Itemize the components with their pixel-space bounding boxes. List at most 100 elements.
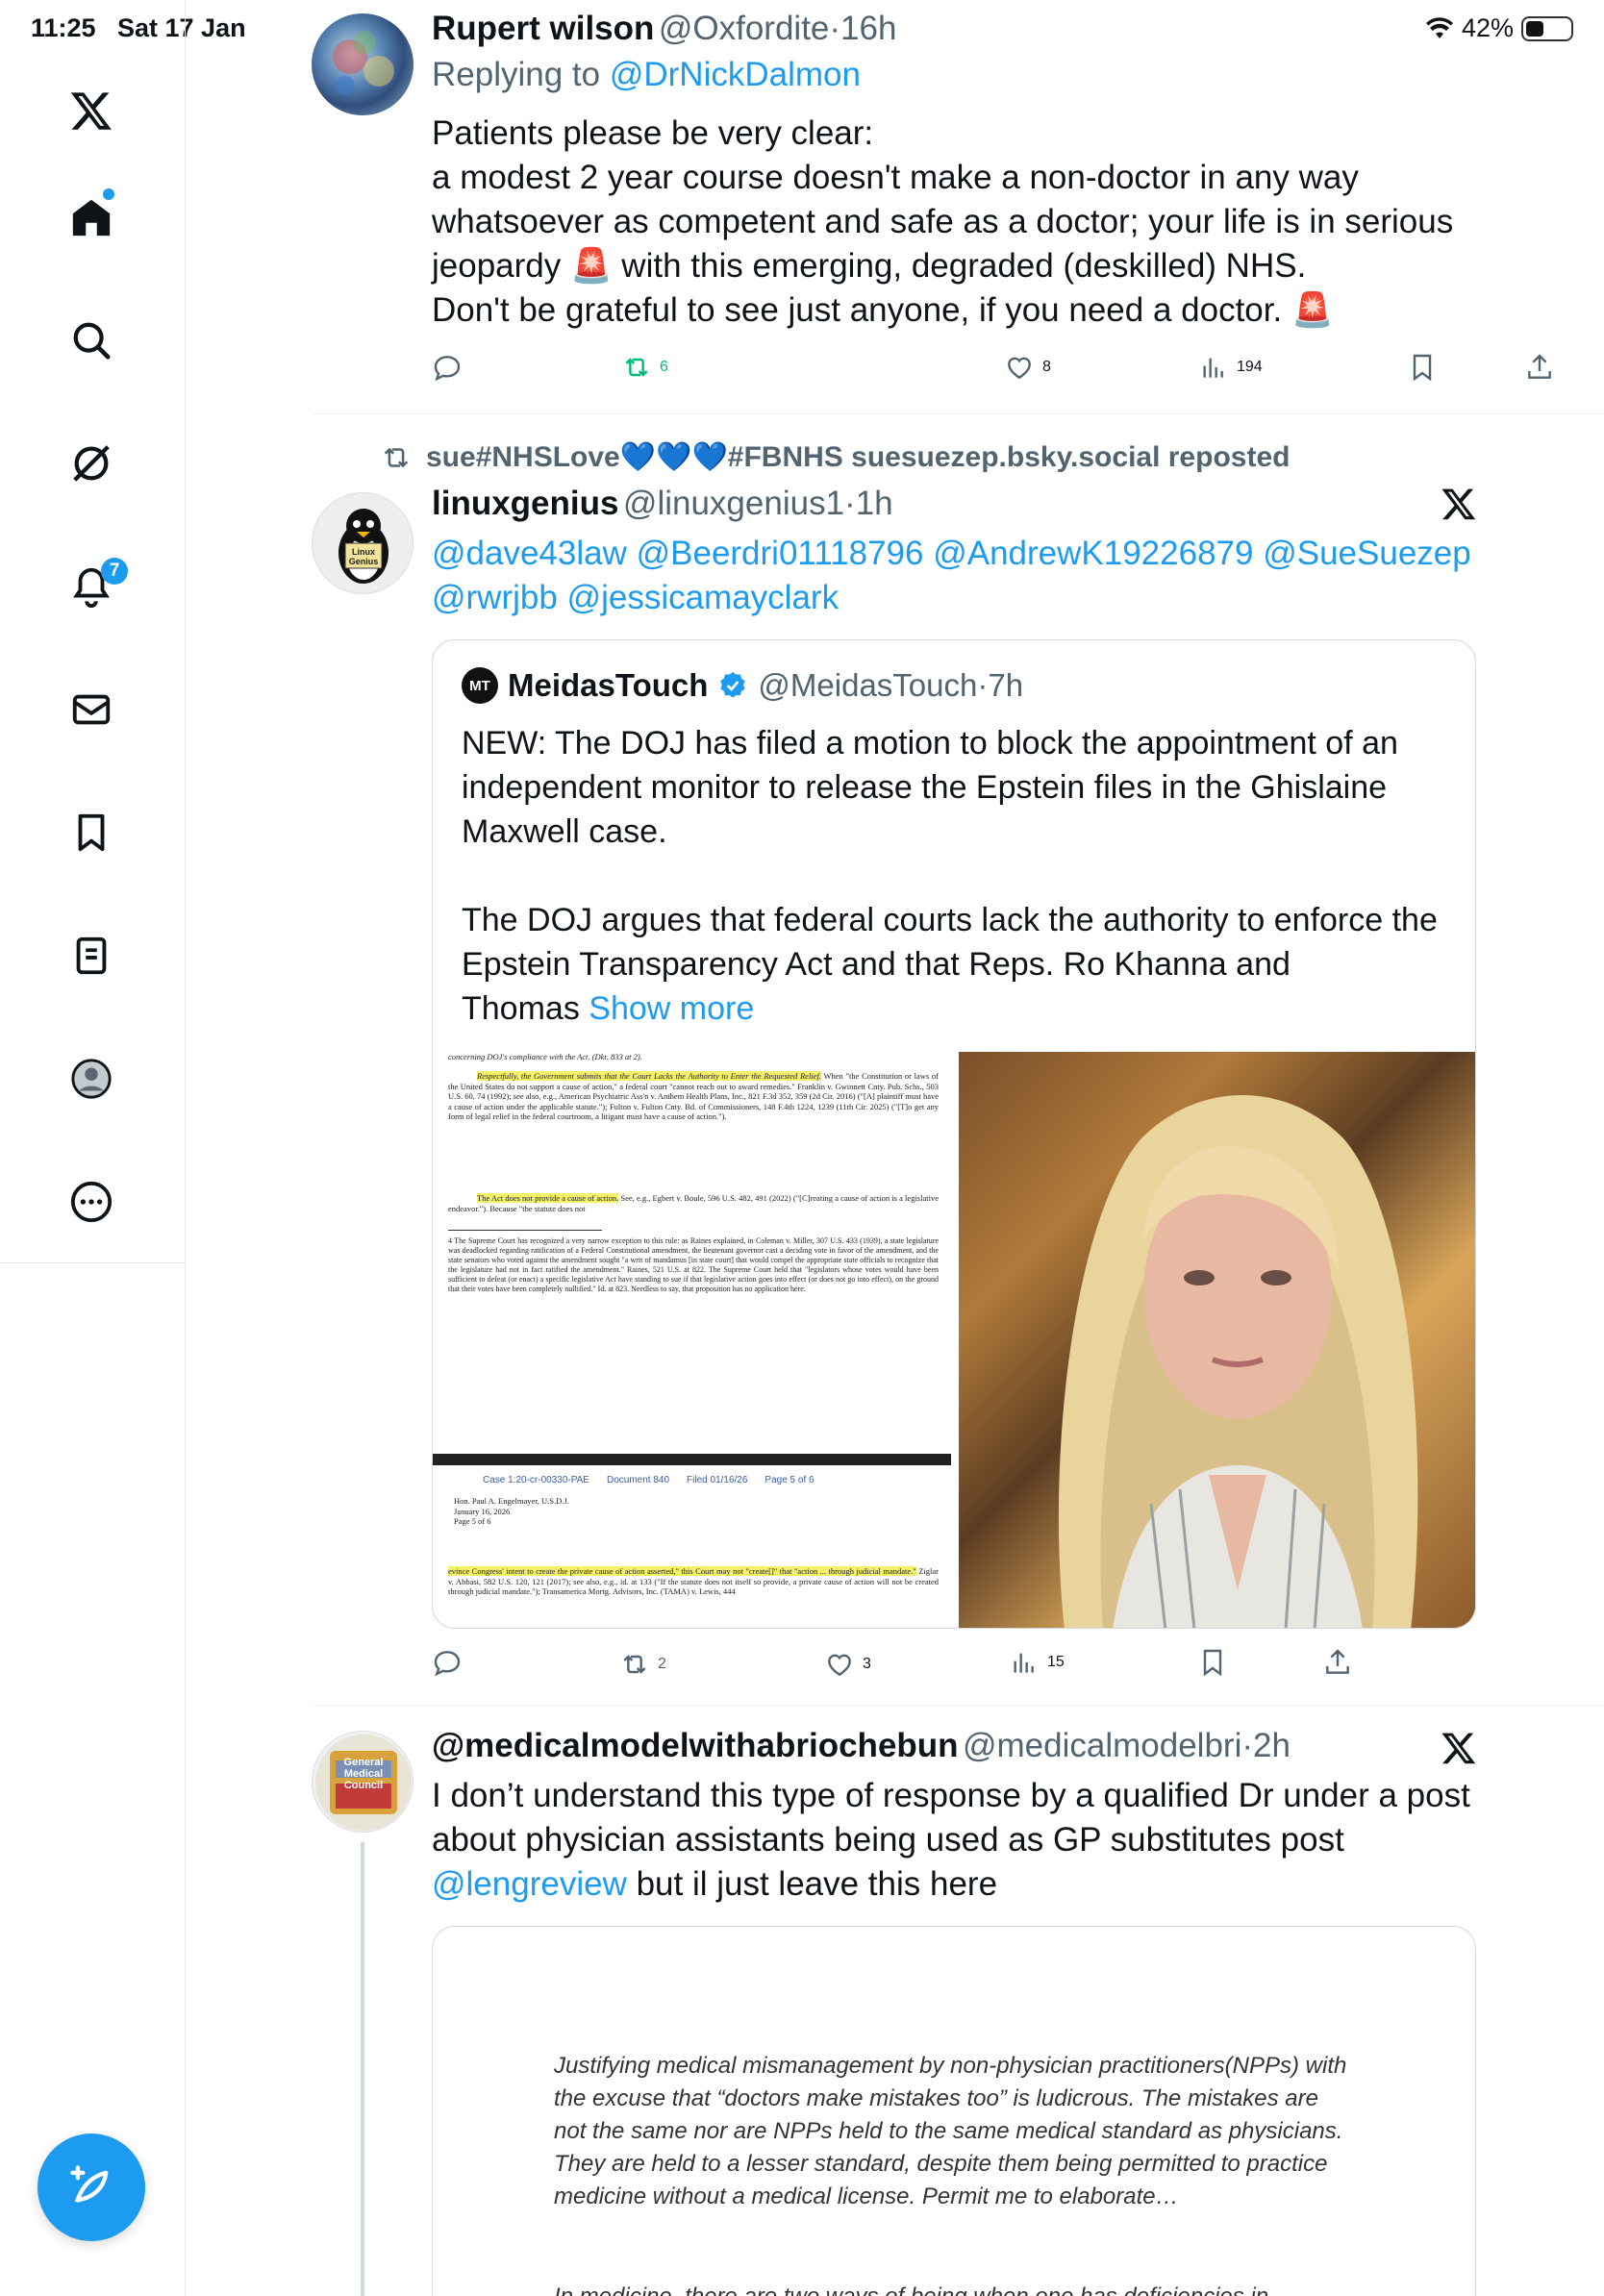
views-count: 15 xyxy=(1047,1654,1065,1670)
bookmark-icon xyxy=(1203,1649,1222,1677)
views-icon xyxy=(1014,1653,1034,1673)
replying-to-link[interactable]: @DrNickDalmon xyxy=(610,56,861,93)
quote-timestamp[interactable]: 7h xyxy=(988,667,1023,703)
replying-to: Replying to @DrNickDalmon xyxy=(432,56,861,94)
bookmark-button[interactable] xyxy=(1407,352,1438,383)
tweet-divider xyxy=(312,413,1604,414)
avatar-label: Linux Genius xyxy=(348,547,379,566)
x-source-icon[interactable] xyxy=(1441,1730,1477,1771)
avatar[interactable]: General Medical Council xyxy=(312,1731,414,1833)
like-button[interactable]: 8 xyxy=(1004,352,1051,383)
repost-icon xyxy=(625,358,648,377)
reply-icon xyxy=(434,356,461,382)
author-name[interactable]: @medicalmodelwithabriochebun xyxy=(432,1727,959,1764)
avatar[interactable] xyxy=(312,13,414,115)
quote-tweet-card[interactable]: MT MeidasTouch @MeidasTouch·7h NEW: The … xyxy=(432,639,1476,1629)
quote-header: MT MeidasTouch @MeidasTouch·7h xyxy=(462,667,1023,704)
tweet-line: a modest 2 year course doesn't make a no… xyxy=(432,159,1359,196)
more-icon[interactable] xyxy=(56,1166,127,1237)
verified-badge-icon xyxy=(720,672,746,698)
x-logo-icon[interactable] xyxy=(56,75,127,146)
views-icon xyxy=(1203,358,1223,378)
doc-address-line: Hon. Paul A. Engelmayer, U.S.D.J. xyxy=(454,1496,569,1506)
author-handle[interactable]: @Oxfordite xyxy=(659,10,830,47)
heart-icon xyxy=(1008,357,1031,380)
court-document-image[interactable]: concerning DOJ's compliance with the Act… xyxy=(433,1052,951,1628)
mentions[interactable]: @dave43law @Beerdri01118796 @AndrewK1922… xyxy=(432,532,1586,620)
envelope-icon[interactable] xyxy=(56,674,127,745)
portrait-photo[interactable] xyxy=(959,1052,1475,1628)
tweet-line: about physician assistants being used as… xyxy=(432,1821,1344,1859)
x-source-icon[interactable] xyxy=(1441,486,1477,527)
bookmark-icon[interactable] xyxy=(56,797,127,868)
share-button[interactable] xyxy=(1524,352,1555,383)
home-notification-dot xyxy=(103,188,114,200)
doc-address: Hon. Paul A. Engelmayer, U.S.D.J. Januar… xyxy=(454,1496,742,1527)
like-button[interactable]: 3 xyxy=(824,1649,871,1680)
doc-address-line: Page 5 of 6 xyxy=(454,1516,491,1526)
repost-icon xyxy=(384,447,409,467)
doc-page-header: Case 1:20-cr-00330-PAE Document 840 File… xyxy=(483,1475,815,1486)
views-button[interactable]: 194 xyxy=(1198,352,1263,383)
views-button[interactable]: 15 xyxy=(1009,1647,1065,1678)
timestamp[interactable]: 2h xyxy=(1253,1727,1291,1764)
tweet-line: Patients please be very clear: xyxy=(432,114,874,152)
quote-author-name[interactable]: MeidasTouch xyxy=(508,667,708,704)
author-handle[interactable]: @linuxgenius1 xyxy=(623,485,844,522)
repost-label: sue#NHSLove💙💙💙#FBNHS suesuezep.bsky.soci… xyxy=(426,441,1291,473)
grok-icon[interactable] xyxy=(56,428,127,499)
bookmark-button[interactable] xyxy=(1197,1647,1228,1678)
repost-count: 2 xyxy=(658,1656,666,1672)
doc-paragraph: The Act does not provide a cause of acti… xyxy=(448,1193,939,1213)
share-icon xyxy=(1326,1649,1349,1674)
avatar-label: General Medical Council xyxy=(343,1757,384,1791)
doc-footnote: 4 The Supreme Court has recognized a ver… xyxy=(448,1236,939,1293)
reply-button[interactable] xyxy=(432,1647,463,1678)
tweet-header: @medicalmodelwithabriochebun @medicalmod… xyxy=(432,1727,1291,1765)
views-count: 194 xyxy=(1237,359,1263,375)
search-icon[interactable] xyxy=(56,305,127,376)
tweet-line: jeopardy 🚨 with this emerging, degraded … xyxy=(432,244,1566,288)
mention-link[interactable]: @lengreview xyxy=(432,1865,627,1903)
avatar[interactable]: Linux Genius xyxy=(312,492,414,594)
profile-icon[interactable] xyxy=(56,1043,127,1114)
show-more-link[interactable]: Show more xyxy=(589,990,754,1027)
tweet-text-segment: with this emerging, degraded (deskilled)… xyxy=(612,247,1307,285)
author-handle[interactable]: @medicalmodelbri xyxy=(963,1727,1241,1764)
author-name[interactable]: linuxgenius xyxy=(432,485,618,522)
author-name[interactable]: Rupert wilson xyxy=(432,10,654,47)
compose-icon xyxy=(70,2165,109,2203)
tweet-text: Patients please be very clear: a modest … xyxy=(432,112,1566,333)
tweet-text-segment: Don't be grateful to see just anyone, if… xyxy=(432,291,1291,329)
repost-button[interactable]: 6 xyxy=(621,352,668,383)
reply-button[interactable] xyxy=(432,352,463,383)
siren-emoji: 🚨 xyxy=(1291,291,1334,329)
image-card[interactable]: Justifying medical mismanagement by non-… xyxy=(432,1926,1476,2296)
sidebar-divider xyxy=(0,1262,186,1263)
compose-button[interactable] xyxy=(38,2134,145,2241)
doc-address-line: January 16, 2026 xyxy=(454,1506,511,1516)
share-icon xyxy=(1528,354,1551,379)
repost-button[interactable]: 2 xyxy=(619,1649,666,1680)
quote-avatar[interactable]: MT xyxy=(462,667,498,704)
timestamp[interactable]: 1h xyxy=(856,485,893,522)
sidebar: 7 xyxy=(0,0,186,2296)
repost-count: 6 xyxy=(660,359,668,375)
list-icon[interactable] xyxy=(56,920,127,991)
share-button[interactable] xyxy=(1322,1647,1353,1678)
doc-paragraph: evince Congress' intent to create the pr… xyxy=(448,1566,939,1597)
repost-context[interactable]: sue#NHSLove💙💙💙#FBNHS suesuezep.bsky.soci… xyxy=(380,440,1290,474)
mentions-line[interactable]: @dave43law @Beerdri01118796 @AndrewK1922… xyxy=(432,532,1586,576)
tweet-line: Don't be grateful to see just anyone, if… xyxy=(432,288,1566,333)
quote-author-handle[interactable]: @MeidasTouch xyxy=(758,667,977,703)
timestamp[interactable]: 16h xyxy=(840,10,896,47)
page-break xyxy=(433,1454,951,1465)
tweet-text-segment: but il just leave this here xyxy=(626,1865,998,1903)
doc-highlight: The Act does not provide a cause of acti… xyxy=(477,1193,619,1203)
doc-rule xyxy=(448,1230,602,1231)
doc-top-line: concerning DOJ's compliance with the Act… xyxy=(448,1052,642,1061)
tweet-actions: 2 3 15 xyxy=(432,1647,1476,1685)
home-icon[interactable] xyxy=(56,182,127,253)
mentions-line[interactable]: @rwrjbb @jessicamayclark xyxy=(432,576,1586,620)
doc-paragraph: Respectfully, the Government submits tha… xyxy=(448,1071,939,1122)
